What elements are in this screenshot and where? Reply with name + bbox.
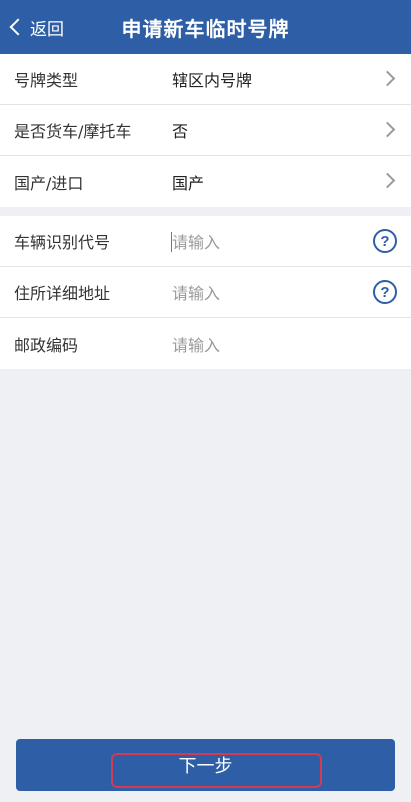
help-icon[interactable]: ? (373, 229, 397, 253)
vin-label: 车辆识别代号 (14, 233, 111, 252)
chevron-left-icon (9, 18, 27, 36)
address-input[interactable]: 请输入 (172, 280, 220, 304)
plate-type-row[interactable]: 号牌类型 辖区内号牌 (0, 54, 411, 105)
address-row: 住所详细地址 请输入 ? (0, 267, 411, 318)
chevron-right-icon (379, 172, 396, 189)
help-icon[interactable]: ? (373, 280, 397, 304)
postcode-label: 邮政编码 (14, 335, 79, 355)
postcode-input[interactable]: 请输入 (172, 332, 220, 356)
plate-type-label: 号牌类型 (14, 71, 79, 90)
address-label: 住所详细地址 (14, 284, 111, 303)
origin-row[interactable]: 国产/进口 国产 (0, 156, 411, 207)
next-step-label: 下一步 (178, 756, 233, 777)
back-label: 返回 (30, 19, 64, 40)
back-button[interactable]: 返回 (8, 0, 64, 54)
top-navbar: 返回 申请新车临时号牌 (0, 0, 411, 54)
chevron-right-icon (379, 70, 396, 87)
truck-motorcycle-row[interactable]: 是否货车/摩托车 否 (0, 105, 411, 156)
plate-type-value: 辖区内号牌 (172, 71, 253, 90)
truck-motorcycle-label: 是否货车/摩托车 (14, 122, 132, 141)
plate-options-group: 号牌类型 辖区内号牌 是否货车/摩托车 否 国产/进口 国产 (0, 54, 411, 207)
vin-input[interactable]: 请输入 (172, 229, 220, 253)
next-step-button[interactable]: 下一步 (16, 739, 395, 791)
chevron-right-icon (379, 121, 396, 138)
origin-label: 国产/进口 (14, 173, 84, 193)
origin-value: 国产 (172, 173, 205, 193)
page-title: 申请新车临时号牌 (121, 16, 290, 41)
postcode-row: 邮政编码 请输入 (0, 318, 411, 369)
vin-row: 车辆识别代号 请输入 ? (0, 216, 411, 267)
vehicle-info-group: 车辆识别代号 请输入 ? 住所详细地址 请输入 ? 邮政编码 请输入 (0, 216, 411, 369)
truck-motorcycle-value: 否 (172, 122, 189, 141)
